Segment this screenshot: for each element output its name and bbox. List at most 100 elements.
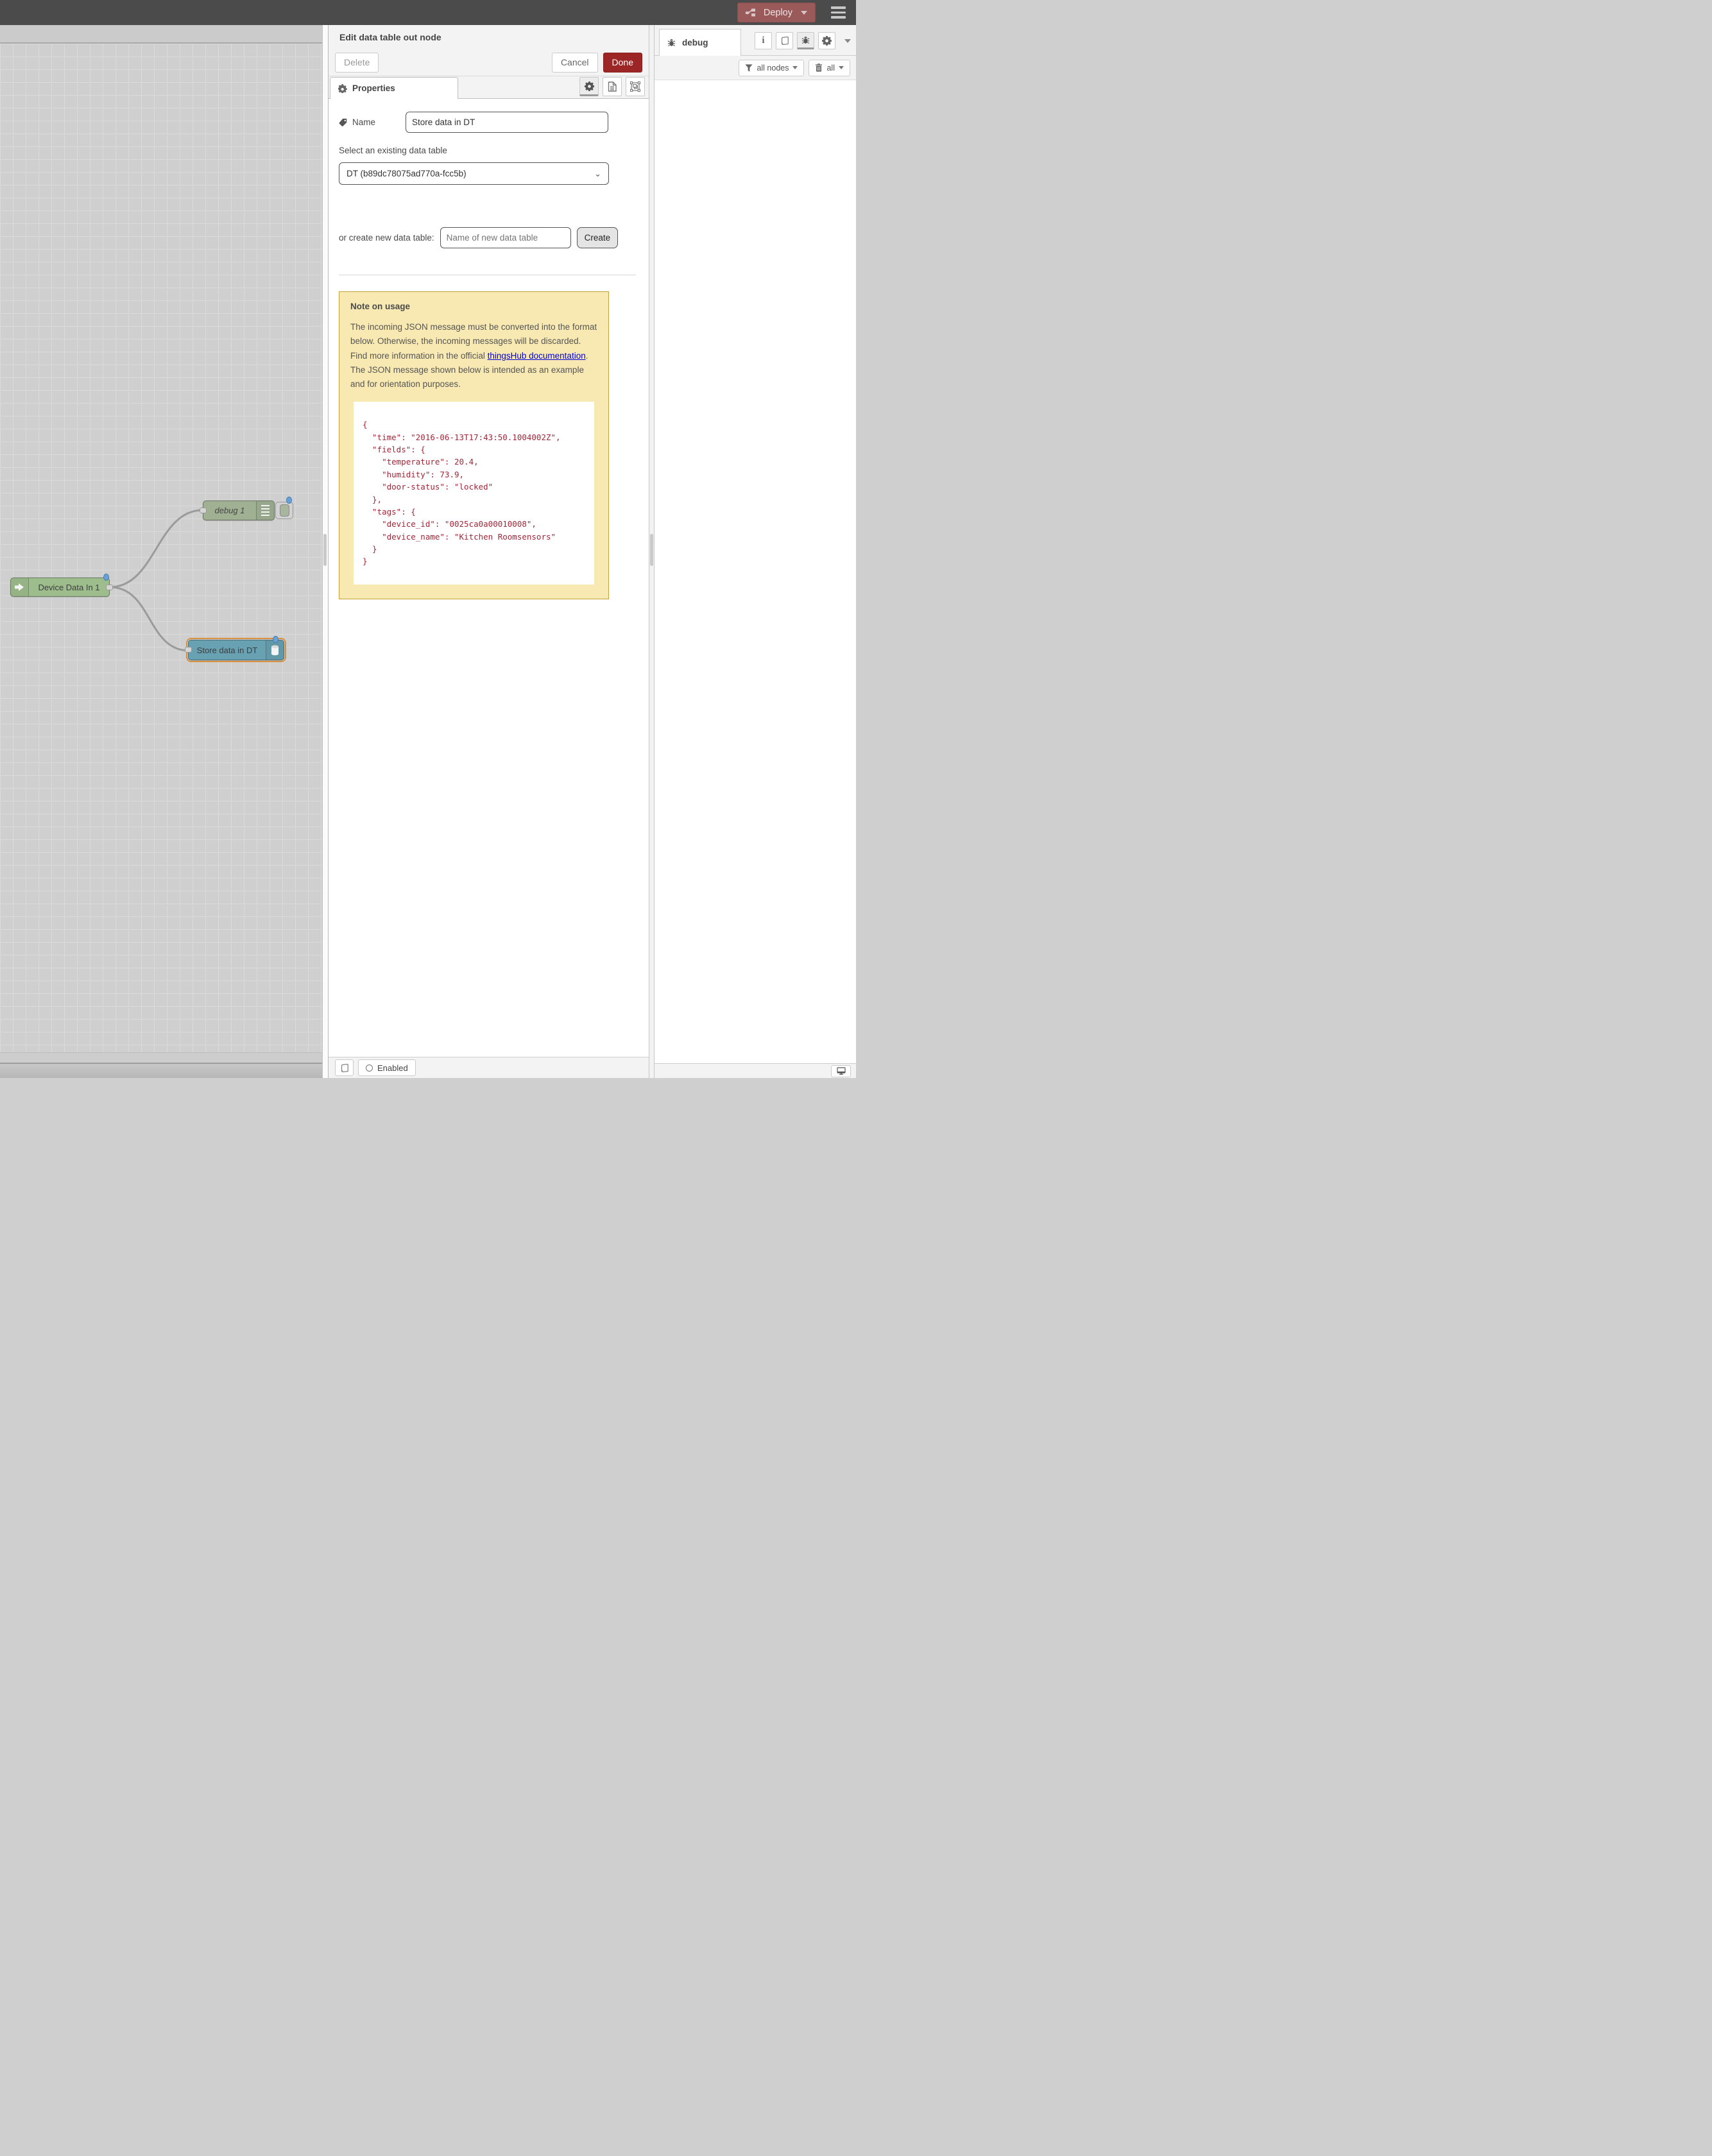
gear-icon: [338, 84, 347, 93]
book-icon: [780, 36, 789, 46]
node-store-data-in-dt[interactable]: Store data in DT: [188, 640, 284, 660]
deploy-label: Deploy: [764, 8, 792, 18]
input-arrow-icon: [11, 578, 29, 596]
changed-status-dot: [103, 574, 109, 581]
debug-clear-button[interactable]: all: [809, 60, 850, 76]
wire-device-to-debug: [110, 510, 203, 587]
changed-status-dot: [273, 636, 278, 643]
settings-tab-button[interactable]: [818, 32, 835, 49]
name-row: Name: [339, 112, 636, 133]
delete-button[interactable]: Delete: [335, 53, 379, 73]
node-help-book-button[interactable]: [335, 1059, 354, 1076]
tray-vertical-scrollbar[interactable]: [649, 25, 655, 1078]
horizontal-scrollbar[interactable]: [0, 1064, 322, 1078]
menu-bar: [831, 6, 846, 9]
debug-tab-button[interactable]: [797, 32, 814, 49]
edit-tray-title: Edit data table out node: [329, 25, 649, 49]
json-example-code: { "time": "2016-06-13T17:43:50.1004002Z"…: [363, 418, 592, 568]
trash-icon: [815, 64, 823, 72]
main-menu-button[interactable]: [830, 4, 847, 21]
changed-status-dot: [286, 497, 292, 504]
chevron-down-icon: ⌄: [594, 169, 601, 179]
node-label: debug 1: [203, 501, 256, 520]
debug-filter-row: all nodes all: [655, 56, 856, 80]
bug-icon: [801, 35, 810, 45]
create-button[interactable]: Create: [577, 227, 619, 248]
canvas-vertical-scrollbar[interactable]: [322, 25, 328, 1078]
data-table-select-value: DT (b89dc78075ad770a-fcc5b): [347, 169, 467, 178]
name-label: Name: [352, 117, 375, 127]
thingshub-documentation-link[interactable]: thingsHub documentation: [488, 351, 586, 361]
wire-device-to-store: [110, 587, 189, 651]
scrollbar-thumb[interactable]: [650, 534, 653, 566]
input-port[interactable]: [185, 647, 192, 653]
bug-icon: [667, 38, 676, 47]
sidebar-tab-buttons: i: [755, 32, 851, 49]
new-table-name-input[interactable]: [440, 227, 571, 248]
debug-filter-button[interactable]: all nodes: [739, 60, 804, 76]
node-debug[interactable]: debug 1: [203, 501, 275, 520]
deploy-caret-icon[interactable]: [801, 11, 807, 15]
sidebar-expand-caret-icon[interactable]: [844, 39, 851, 43]
sidebar-tab-row: debug i: [655, 25, 856, 56]
edit-form: Name Select an existing data table DT (b…: [329, 99, 649, 1057]
caret-down-icon: [792, 66, 798, 69]
input-port[interactable]: [200, 508, 207, 513]
database-icon: [266, 640, 284, 660]
scrollbar-thumb[interactable]: [323, 534, 327, 566]
gear-icon: [822, 36, 832, 46]
name-label-group: Name: [339, 117, 406, 127]
node-label: Store data in DT: [189, 640, 266, 660]
menu-bar: [831, 12, 846, 14]
tag-icon: [339, 118, 348, 127]
debug-lines-icon: [256, 501, 274, 520]
document-icon: [608, 81, 617, 92]
create-table-row: or create new data table: Create: [339, 227, 636, 248]
debug-message-list[interactable]: [655, 80, 856, 1063]
wires: [0, 44, 322, 1052]
debug-enable-toggle[interactable]: [275, 502, 293, 519]
caret-down-icon: [839, 66, 844, 69]
sidebar-footer: [655, 1063, 856, 1078]
enabled-label: Enabled: [377, 1063, 408, 1073]
appearance-button[interactable]: [626, 77, 645, 96]
deploy-nodes-icon: [746, 8, 758, 17]
menu-bar: [831, 16, 846, 19]
description-doc-button[interactable]: [603, 77, 622, 96]
output-port[interactable]: [106, 585, 113, 590]
name-input[interactable]: [406, 112, 608, 133]
open-debug-window-button[interactable]: [831, 1065, 851, 1077]
cancel-button[interactable]: Cancel: [552, 53, 598, 73]
tab-properties[interactable]: Properties: [330, 77, 458, 99]
properties-gear-button[interactable]: [579, 77, 599, 96]
gear-icon: [585, 81, 594, 91]
select-table-label: Select an existing data table: [339, 146, 636, 155]
usage-note: Note on usage The incoming JSON message …: [339, 291, 609, 599]
json-example-block: { "time": "2016-06-13T17:43:50.1004002Z"…: [354, 402, 594, 585]
node-label: Device Data In 1: [29, 578, 109, 596]
workspace: Device Data In 1 debug 1 Store data in D…: [0, 25, 322, 1078]
book-icon: [340, 1063, 349, 1073]
data-table-select[interactable]: DT (b89dc78075ad770a-fcc5b) ⌄: [339, 162, 609, 185]
done-button[interactable]: Done: [603, 53, 642, 73]
enabled-circle-icon: [366, 1065, 373, 1072]
edit-tray-footer: Enabled: [329, 1057, 649, 1078]
workspace-footer: [0, 1052, 322, 1064]
usage-note-title: Note on usage: [350, 302, 597, 311]
main-layout: Device Data In 1 debug 1 Store data in D…: [0, 25, 856, 1078]
tab-properties-label: Properties: [352, 83, 395, 93]
appearance-icon: [630, 81, 640, 92]
workspace-tab-strip[interactable]: [0, 25, 322, 44]
tab-debug[interactable]: debug: [659, 29, 741, 56]
node-enabled-toggle[interactable]: Enabled: [358, 1059, 416, 1076]
flow-canvas[interactable]: Device Data In 1 debug 1 Store data in D…: [0, 44, 322, 1052]
debug-sidebar: debug i: [655, 25, 856, 1078]
info-tab-button[interactable]: i: [755, 32, 772, 49]
deploy-button[interactable]: Deploy: [737, 3, 816, 22]
node-device-data-in[interactable]: Device Data In 1: [10, 578, 110, 597]
usage-note-text: The incoming JSON message must be conver…: [350, 320, 597, 391]
debug-filter-label: all nodes: [757, 64, 789, 73]
info-icon: i: [762, 35, 764, 46]
edit-tab-row: Properties: [329, 76, 649, 99]
help-tab-button[interactable]: [776, 32, 793, 49]
